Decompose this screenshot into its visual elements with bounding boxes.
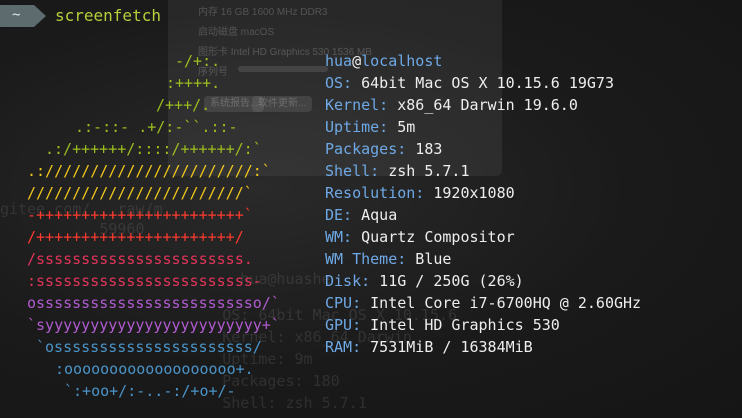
info-row-wm-theme: WM Theme: Blue: [325, 248, 451, 270]
info-key: Shell:: [325, 162, 380, 180]
info-key: Disk:: [325, 272, 371, 290]
info-row-disk: Disk: 11G / 250G (26%): [325, 270, 524, 292]
info-value: x86_64 Darwin 19.6.0: [388, 96, 578, 114]
info-value: Blue: [406, 250, 452, 268]
info-row-de: DE: Aqua: [325, 204, 397, 226]
info-row-ram: RAM: 7531MiB / 16384MiB: [325, 336, 533, 358]
info-row-shell: Shell: zsh 5.7.1: [325, 160, 470, 182]
info-key: GPU:: [325, 316, 362, 334]
info-row-wm: WM: Quartz Compositor: [325, 226, 515, 248]
logo-line: ////////////////////////`: [27, 184, 253, 202]
logo-line: `:+oo+/:-..-:/+o+/-: [64, 382, 236, 400]
info-row-packages: Packages: 183: [325, 138, 442, 160]
logo-line: `syyyyyyyyyyyyyyyyyyyyyyyy+`: [27, 316, 280, 334]
logo-line: :++++.: [166, 74, 221, 92]
terminal-window[interactable]: 内存 16 GB 1600 MHz DDR3 启动磁盘 macOS 图形卡 In…: [0, 0, 742, 418]
username: hua: [325, 52, 353, 70]
logo-line: :ssssssssssssssssssssssss-: [27, 272, 262, 290]
logo-line: .:///////////////////////:`: [27, 162, 271, 180]
info-key: WM Theme:: [325, 250, 407, 268]
info-value: 7531MiB / 16384MiB: [361, 338, 533, 356]
info-row-resolution: Resolution: 1920x1080: [325, 182, 515, 204]
info-key: RAM:: [325, 338, 362, 356]
info-row-cpu: CPU: Intel Core i7-6700HQ @ 2.60GHz: [325, 292, 641, 314]
logo-line: /+++/.: [156, 96, 211, 114]
info-value: 11G / 250G (26%): [370, 272, 524, 290]
prompt-path-segment: ~: [0, 5, 46, 27]
prompt-command: screenfetch: [55, 6, 161, 25]
info-key: Uptime:: [325, 118, 389, 136]
info-row-gpu: GPU: Intel HD Graphics 530: [325, 314, 560, 336]
info-key: Packages:: [325, 140, 407, 158]
background-window-row: 内存 16 GB 1600 MHz DDR3: [198, 7, 328, 18]
logo-line: /++++++++++++++++++++++/: [27, 228, 244, 246]
info-key: Resolution:: [325, 184, 425, 202]
info-row-uptime: Uptime: 5m: [325, 116, 415, 138]
info-row-os: OS: 64bit Mac OS X 10.15.6 19G73: [325, 72, 614, 94]
info-value: 1920x1080: [424, 184, 515, 202]
info-row-kernel: Kernel: x86_64 Darwin 19.6.0: [325, 94, 578, 116]
logo-line: `ossssssssssssssssssssss/: [36, 338, 262, 356]
info-value: 5m: [388, 118, 416, 136]
info-key: CPU:: [325, 294, 362, 312]
logo-line: :ooooooooooooooooooo+.: [55, 360, 254, 378]
info-value: Intel HD Graphics 530: [361, 316, 560, 334]
info-key: DE:: [325, 206, 353, 224]
background-window-row: 启动磁盘 macOS: [198, 27, 275, 38]
at-sign: @: [352, 52, 362, 70]
info-value: zsh 5.7.1: [379, 162, 470, 180]
info-value: Aqua: [352, 206, 398, 224]
info-key: WM:: [325, 228, 353, 246]
logo-line: /sssssssssssssssssssssss.: [27, 250, 253, 268]
logo-line: .:/++++++/::::/++++++/:`: [45, 140, 262, 158]
info-key: Kernel:: [325, 96, 389, 114]
info-value: 64bit Mac OS X 10.15.6 19G73: [352, 74, 614, 92]
background-window-serial-redacted: [238, 66, 328, 72]
hostname: localhost: [361, 52, 443, 70]
logo-line: -/+:.: [175, 52, 221, 70]
logo-line: -+++++++++++++++++++++++`: [27, 206, 253, 224]
logo-line: .:-::- .+/:-``.::-: [75, 118, 238, 136]
logo-line: osssssssssssssssssssssssso/`: [27, 294, 280, 312]
info-value: Quartz Compositor: [352, 228, 515, 246]
background-software-update-button: 软件更新...: [252, 96, 313, 112]
info-value: 183: [406, 140, 443, 158]
info-key: OS:: [325, 74, 353, 92]
info-value: Intel Core i7-6700HQ @ 2.60GHz: [361, 294, 642, 312]
user-host-line: hua@localhost: [325, 50, 442, 72]
